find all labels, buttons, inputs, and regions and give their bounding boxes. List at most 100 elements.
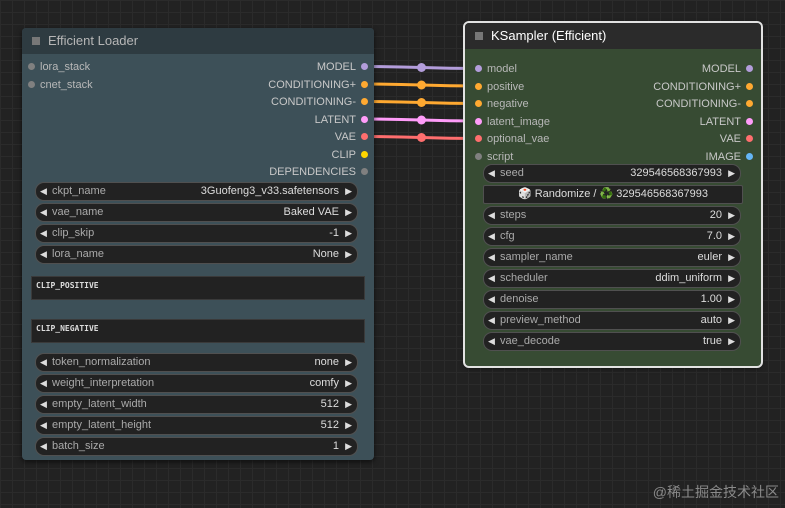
increment-arrow-icon[interactable]: ▶ [345, 396, 352, 413]
vae-name-widget[interactable]: ◀ vae_name Baked VAE ▶ [35, 203, 358, 222]
widget-value[interactable]: comfy [310, 375, 339, 392]
vae-decode-widget[interactable]: ◀ vae_decode true ▶ [483, 332, 741, 351]
clip-positive-textbox[interactable]: CLIP_POSITIVE [31, 276, 365, 300]
widget-value[interactable]: None [313, 246, 339, 263]
conditioning--slot[interactable]: CONDITIONING- [218, 95, 368, 109]
slot-dot-icon[interactable] [361, 98, 368, 105]
slot-dot-icon[interactable] [746, 152, 753, 160]
widget-value[interactable]: 3Guofeng3_v33.safetensors [201, 183, 339, 200]
ksampler-efficient-node[interactable]: KSampler (Efficient) model positive negati… [463, 21, 763, 368]
increment-arrow-icon[interactable]: ▶ [728, 228, 735, 245]
slot-dot-icon[interactable] [361, 168, 368, 175]
slot-dot-icon[interactable] [475, 117, 482, 125]
widget-value[interactable]: 1.00 [701, 291, 722, 308]
decrement-arrow-icon[interactable]: ◀ [488, 207, 495, 224]
positive-slot[interactable]: positive [475, 80, 595, 94]
conditioning--slot[interactable]: CONDITIONING+ [605, 80, 753, 94]
empty-latent-height-widget[interactable]: ◀ empty_latent_height 512 ▶ [35, 416, 358, 435]
slot-dot-icon[interactable] [361, 63, 368, 70]
image-slot[interactable]: IMAGE [605, 150, 753, 164]
collapse-icon[interactable] [32, 37, 40, 45]
clip-skip-widget[interactable]: ◀ clip_skip -1 ▶ [35, 224, 358, 243]
latent-slot[interactable]: LATENT [605, 115, 753, 129]
slot-dot-icon[interactable] [361, 115, 368, 123]
vae-slot[interactable]: VAE [605, 132, 753, 146]
widget-value[interactable]: euler [698, 249, 722, 266]
script-slot[interactable]: script [475, 150, 595, 164]
scheduler-widget[interactable]: ◀ scheduler ddim_uniform ▶ [483, 269, 741, 288]
decrement-arrow-icon[interactable]: ◀ [40, 354, 47, 371]
conditioning--slot[interactable]: CONDITIONING- [605, 97, 753, 111]
slot-dot-icon[interactable] [746, 117, 753, 125]
decrement-arrow-icon[interactable]: ◀ [488, 312, 495, 329]
increment-arrow-icon[interactable]: ▶ [345, 438, 352, 455]
slot-dot-icon[interactable] [475, 65, 482, 72]
increment-arrow-icon[interactable]: ▶ [728, 333, 735, 350]
increment-arrow-icon[interactable]: ▶ [728, 270, 735, 287]
empty-latent-width-widget[interactable]: ◀ empty_latent_width 512 ▶ [35, 395, 358, 414]
slot-dot-icon[interactable] [475, 100, 482, 107]
model-slot[interactable]: model [475, 62, 595, 76]
widget-value[interactable]: 512 [321, 396, 339, 413]
sampler-name-widget[interactable]: ◀ sampler_name euler ▶ [483, 248, 741, 267]
increment-arrow-icon[interactable]: ▶ [728, 249, 735, 266]
increment-arrow-icon[interactable]: ▶ [345, 246, 352, 263]
sampler-title-bar[interactable]: KSampler (Efficient) [465, 23, 761, 49]
link-midpoint-handle[interactable] [417, 133, 426, 142]
increment-arrow-icon[interactable]: ▶ [345, 375, 352, 392]
efficient-loader-node[interactable]: Efficient Loader lora_stack cnet_stack MOD… [22, 28, 374, 460]
decrement-arrow-icon[interactable]: ◀ [488, 291, 495, 308]
increment-arrow-icon[interactable]: ▶ [728, 312, 735, 329]
clip-slot[interactable]: CLIP [218, 148, 368, 162]
slot-dot-icon[interactable] [28, 63, 35, 70]
decrement-arrow-icon[interactable]: ◀ [40, 438, 47, 455]
lora-stack-slot[interactable]: lora_stack [28, 60, 148, 74]
conditioning--slot[interactable]: CONDITIONING+ [218, 78, 368, 92]
negative-slot[interactable]: negative [475, 97, 595, 111]
widget-value[interactable]: ddim_uniform [655, 270, 722, 287]
decrement-arrow-icon[interactable]: ◀ [488, 228, 495, 245]
widget-value[interactable]: none [315, 354, 339, 371]
decrement-arrow-icon[interactable]: ◀ [40, 396, 47, 413]
lora-name-widget[interactable]: ◀ lora_name None ▶ [35, 245, 358, 264]
model-slot[interactable]: MODEL [605, 62, 753, 76]
slot-dot-icon[interactable] [361, 80, 368, 88]
widget-value[interactable]: Baked VAE [284, 204, 339, 221]
widget-value[interactable]: 512 [321, 417, 339, 434]
link-midpoint-handle[interactable] [417, 63, 426, 72]
steps-widget[interactable]: ◀ steps 20 ▶ [483, 206, 741, 225]
slot-dot-icon[interactable] [361, 133, 368, 140]
slot-dot-icon[interactable] [746, 65, 753, 72]
slot-dot-icon[interactable] [746, 100, 753, 107]
decrement-arrow-icon[interactable]: ◀ [40, 417, 47, 434]
increment-arrow-icon[interactable]: ▶ [345, 417, 352, 434]
decrement-arrow-icon[interactable]: ◀ [488, 249, 495, 266]
widget-value[interactable]: auto [701, 312, 722, 329]
token-normalization-widget[interactable]: ◀ token_normalization none ▶ [35, 353, 358, 372]
denoise-widget[interactable]: ◀ denoise 1.00 ▶ [483, 290, 741, 309]
slot-dot-icon[interactable] [475, 82, 482, 90]
dependencies-slot[interactable]: DEPENDENCIES [218, 165, 368, 179]
widget-value[interactable]: 329546568367993 [630, 165, 722, 182]
widget-value[interactable]: 1 [333, 438, 339, 455]
optional-vae-slot[interactable]: optional_vae [475, 132, 595, 146]
widget-value[interactable]: 20 [710, 207, 722, 224]
randomize-seed-button[interactable]: 🎲 Randomize / ♻️ 329546568367993 [483, 185, 743, 204]
decrement-arrow-icon[interactable]: ◀ [488, 333, 495, 350]
decrement-arrow-icon[interactable]: ◀ [488, 165, 495, 182]
increment-arrow-icon[interactable]: ▶ [345, 204, 352, 221]
slot-dot-icon[interactable] [746, 135, 753, 142]
decrement-arrow-icon[interactable]: ◀ [40, 375, 47, 392]
collapse-icon[interactable] [475, 32, 483, 40]
decrement-arrow-icon[interactable]: ◀ [488, 270, 495, 287]
decrement-arrow-icon[interactable]: ◀ [40, 225, 47, 242]
loader-title-bar[interactable]: Efficient Loader [22, 28, 374, 54]
widget-value[interactable]: true [703, 333, 722, 350]
clip-negative-textbox[interactable]: CLIP_NEGATIVE [31, 319, 365, 343]
link-midpoint-handle[interactable] [417, 80, 426, 90]
model-slot[interactable]: MODEL [218, 60, 368, 74]
weight-interpretation-widget[interactable]: ◀ weight_interpretation comfy ▶ [35, 374, 358, 393]
increment-arrow-icon[interactable]: ▶ [345, 183, 352, 200]
widget-value[interactable]: -1 [329, 225, 339, 242]
preview-method-widget[interactable]: ◀ preview_method auto ▶ [483, 311, 741, 330]
